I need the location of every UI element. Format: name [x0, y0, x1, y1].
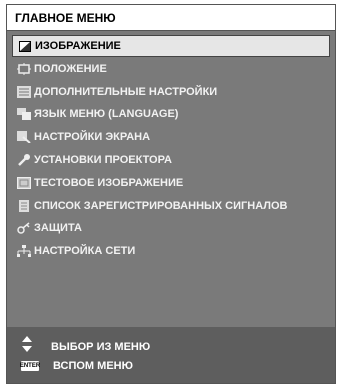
- menu-item-label: НАСТРОЙКИ ЭКРАНА: [34, 131, 151, 144]
- menu-item-projector-settings[interactable]: УСТАНОВКИ ПРОЕКТОРА: [12, 149, 330, 171]
- footer-hint-select: ВЫБОР ИЗ МЕНЮ: [21, 336, 150, 357]
- menu-item-label: НАСТРОЙКА СЕТИ: [34, 245, 136, 258]
- menu-item-label: ЯЗЫК МЕНЮ (LANGUAGE): [34, 108, 179, 121]
- menu-item-label: ТЕСТОВОЕ ИЗОБРАЖЕНИЕ: [34, 176, 184, 189]
- advanced-settings-icon: [16, 85, 32, 99]
- picture-icon: [17, 39, 33, 53]
- menu-title: ГЛАВНОЕ МЕНЮ: [15, 11, 116, 25]
- menu-item-label: ДОПОЛНИТЕЛЬНЫЕ НАСТРОЙКИ: [34, 85, 218, 98]
- screen-settings-icon: [16, 130, 32, 144]
- menu-header: ГЛАВНОЕ МЕНЮ: [7, 5, 335, 31]
- projector-settings-icon: [16, 153, 32, 167]
- menu-item-network[interactable]: НАСТРОЙКА СЕТИ: [12, 240, 330, 262]
- menu-item-language[interactable]: ЯЗЫК МЕНЮ (LANGUAGE): [12, 103, 330, 125]
- security-key-icon: [16, 221, 32, 235]
- network-icon: [16, 244, 32, 258]
- menu-item-label: ЗАЩИТА: [34, 222, 82, 235]
- menu-item-test-pattern[interactable]: ТЕСТОВОЕ ИЗОБРАЖЕНИЕ: [12, 172, 330, 194]
- main-menu-window: ГЛАВНОЕ МЕНЮ ИЗОБРАЖЕНИЕ ПОЛОЖЕНИЕ ДОПОЛ…: [6, 4, 336, 384]
- menu-item-position[interactable]: ПОЛОЖЕНИЕ: [12, 58, 330, 80]
- up-down-arrows-icon: [21, 336, 33, 357]
- footer-select-label: ВЫБОР ИЗ МЕНЮ: [51, 340, 151, 353]
- menu-item-security[interactable]: ЗАЩИТА: [12, 217, 330, 239]
- signal-list-icon: [16, 199, 32, 213]
- footer-hint-submenu: ENTER ВСПОМ МЕНЮ: [19, 360, 133, 372]
- menu-item-label: УСТАНОВКИ ПРОЕКТОРА: [34, 153, 172, 166]
- test-pattern-icon: [16, 176, 32, 190]
- footer-submenu-label: ВСПОМ МЕНЮ: [53, 360, 133, 372]
- position-icon: [16, 62, 32, 76]
- menu-item-label: ИЗОБРАЖЕНИЕ: [35, 40, 121, 52]
- main-menu-list: ИЗОБРАЖЕНИЕ ПОЛОЖЕНИЕ ДОПОЛНИТЕЛЬНЫЕ НАС…: [12, 35, 330, 263]
- menu-item-signal-list[interactable]: СПИСОК ЗАРЕГИСТРИРОВАННЫХ СИГНАЛОВ: [12, 195, 330, 217]
- menu-item-label: СПИСОК ЗАРЕГИСТРИРОВАННЫХ СИГНАЛОВ: [34, 199, 288, 212]
- menu-item-label: ПОЛОЖЕНИЕ: [34, 62, 107, 75]
- menu-footer: ВЫБОР ИЗ МЕНЮ ENTER ВСПОМ МЕНЮ: [7, 327, 335, 383]
- enter-key-icon: ENTER: [19, 361, 41, 371]
- menu-item-picture[interactable]: ИЗОБРАЖЕНИЕ: [12, 35, 330, 57]
- menu-item-advanced-settings[interactable]: ДОПОЛНИТЕЛЬНЫЕ НАСТРОЙКИ: [12, 81, 330, 103]
- menu-item-screen-settings[interactable]: НАСТРОЙКИ ЭКРАНА: [12, 126, 330, 148]
- language-icon: [16, 107, 32, 121]
